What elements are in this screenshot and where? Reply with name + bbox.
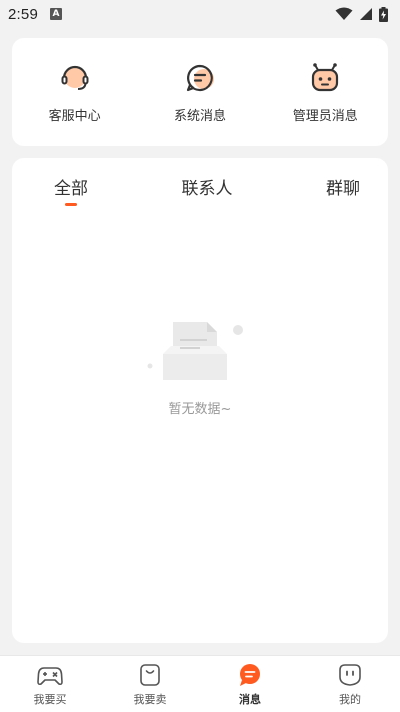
admin-message-shortcut[interactable]: 管理员消息 <box>265 61 385 124</box>
nav-label: 我要卖 <box>133 692 167 706</box>
tab-contacts[interactable]: 联系人 <box>182 174 233 206</box>
customer-service-shortcut[interactable]: 客服中心 <box>15 61 135 124</box>
tab-active-indicator <box>65 203 77 206</box>
bottom-nav: 我要买 我要卖 消息 我的 <box>0 655 400 712</box>
status-left: 2:59 A <box>8 6 62 23</box>
chat-bubble-icon <box>186 64 214 91</box>
tab-label: 全部 <box>54 179 88 199</box>
nav-label: 我的 <box>339 692 361 706</box>
status-bar: 2:59 A <box>0 0 400 28</box>
shortcut-label: 管理员消息 <box>292 108 358 124</box>
tab-label: 联系人 <box>181 179 233 199</box>
message-tabs: 全部 联系人 群聊 <box>12 174 388 214</box>
status-right <box>335 6 388 22</box>
profile-face-icon <box>339 663 361 686</box>
nav-label: 消息 <box>239 692 261 706</box>
empty-document-icon <box>147 322 243 380</box>
shortcut-label: 系统消息 <box>173 108 226 124</box>
tab-group-chat[interactable]: 群聊 <box>326 174 360 206</box>
wifi-icon <box>335 7 353 20</box>
robot-icon <box>312 62 339 91</box>
gamepad-icon <box>37 666 63 685</box>
message-list-card: 全部 联系人 群聊 暂无数据~ <box>12 158 388 643</box>
battery-charging-icon <box>379 6 388 22</box>
empty-state-text: 暂无数据~ <box>168 402 232 417</box>
bag-icon <box>140 663 160 686</box>
nav-item-sell[interactable]: 我要卖 <box>100 662 200 707</box>
a-icon: A <box>50 8 62 20</box>
shortcut-label: 客服中心 <box>48 108 101 124</box>
message-icon <box>240 663 260 686</box>
system-message-shortcut[interactable]: 系统消息 <box>140 61 260 124</box>
status-time: 2:59 <box>8 5 38 23</box>
shortcut-card: 客服中心 系统消息 管理员消息 <box>12 38 388 146</box>
tab-label: 群聊 <box>326 179 360 199</box>
tab-all[interactable]: 全部 <box>54 174 88 206</box>
nav-item-profile[interactable]: 我的 <box>300 662 400 707</box>
nav-item-buy[interactable]: 我要买 <box>0 662 100 707</box>
empty-state: 暂无数据~ <box>12 318 388 417</box>
nav-label: 我要买 <box>33 692 67 706</box>
nav-item-messages[interactable]: 消息 <box>200 662 300 707</box>
headset-icon <box>61 65 89 90</box>
signal-icon <box>360 8 372 20</box>
